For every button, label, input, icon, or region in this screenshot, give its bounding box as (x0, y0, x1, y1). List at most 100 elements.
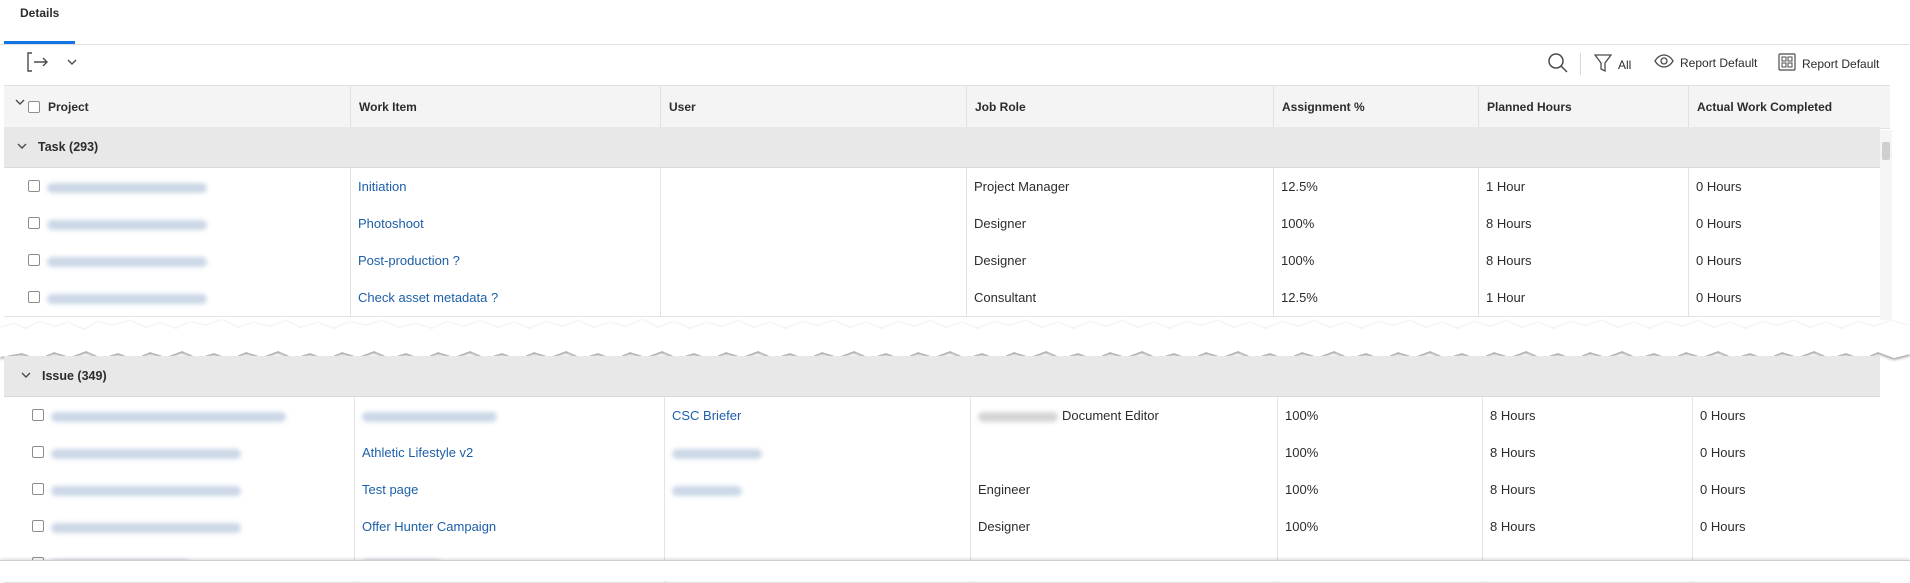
table-row[interactable]: CSC Briefer Document Editor 100% 8 Hours… (4, 397, 1880, 435)
work-item-link[interactable]: Initiation (358, 179, 406, 194)
redacted-project (47, 182, 207, 193)
redacted-project (51, 485, 241, 496)
actual-work-value: 0 Hours (1700, 519, 1746, 534)
work-item-link[interactable]: Check asset metadata ? (358, 290, 498, 305)
project-cell[interactable] (44, 471, 354, 508)
actual-work-value: 0 Hours (1696, 290, 1742, 305)
column-header-planned-hours-label: Planned Hours (1487, 100, 1572, 114)
work-item-cell[interactable]: Athletic Lifestyle v2 (354, 434, 664, 471)
work-item-cell[interactable]: Initiation (350, 168, 660, 205)
actual-work-cell: 0 Hours (1692, 508, 1880, 545)
work-item-cell[interactable]: Post-production ? (350, 242, 660, 279)
job-role-value: Designer (978, 519, 1031, 534)
work-item-cell[interactable]: Test page (354, 471, 664, 508)
column-header-job-role[interactable]: Job Role (966, 86, 1273, 128)
group-row-issue[interactable]: Issue (349) (4, 356, 1880, 397)
work-item-link[interactable]: Post-production ? (358, 253, 460, 268)
chevron-down-icon (66, 56, 78, 70)
job-role-cell: Project Manager (966, 168, 1273, 205)
filter-label: All (1618, 57, 1632, 72)
assignment-value: 100% (1281, 216, 1315, 231)
user-cell[interactable]: CSC Briefer (664, 397, 970, 434)
assignment-cell: 100% (1273, 205, 1478, 242)
table-row[interactable]: Initiation Project Manager 12.5% 1 Hour … (4, 168, 1880, 206)
column-header-actual-work[interactable]: Actual Work Completed (1688, 86, 1890, 128)
row-checkbox[interactable] (28, 180, 40, 192)
row-checkbox[interactable] (32, 409, 44, 421)
work-item-link[interactable]: Test page (362, 482, 418, 497)
filter-button[interactable]: All (1593, 53, 1632, 76)
assignment-value: 100% (1285, 519, 1319, 534)
job-role-value: Designer (974, 216, 1027, 231)
project-cell[interactable] (44, 508, 354, 545)
work-item-cell[interactable]: Offer Hunter Campaign (354, 508, 664, 545)
search-icon (1547, 52, 1569, 77)
row-checkbox[interactable] (28, 217, 40, 229)
assignment-cell: 100% (1277, 471, 1482, 508)
scrollbar-thumb[interactable] (1882, 142, 1890, 160)
column-header-work-item[interactable]: Work Item (350, 86, 660, 128)
table-row[interactable]: Post-production ? Designer 100% 8 Hours … (4, 242, 1880, 280)
project-cell[interactable] (40, 242, 350, 279)
table-row[interactable]: Offer Hunter Campaign Designer 100% 8 Ho… (4, 508, 1880, 546)
row-checkbox[interactable] (32, 446, 44, 458)
project-cell[interactable] (44, 397, 354, 434)
export-button[interactable] (26, 51, 50, 76)
user-cell[interactable] (664, 508, 970, 545)
collapse-all-icon[interactable] (14, 96, 26, 111)
work-item-cell[interactable]: Photoshoot (350, 205, 660, 242)
search-button[interactable] (1547, 52, 1569, 77)
actual-work-value: 0 Hours (1700, 482, 1746, 497)
column-header-user-label: User (669, 100, 696, 114)
assignment-value: 100% (1285, 445, 1319, 460)
group-label: Issue (349) (42, 369, 107, 383)
redacted-project (51, 411, 286, 422)
column-header-user[interactable]: User (660, 86, 966, 128)
work-item-link[interactable]: Offer Hunter Campaign (362, 519, 496, 534)
column-header-project[interactable]: Project (40, 86, 350, 128)
user-cell[interactable] (664, 471, 970, 508)
group-label: Task (293) (38, 140, 99, 154)
table-row[interactable]: Test page Engineer 100% 8 Hours 0 Hours (4, 471, 1880, 509)
work-item-link[interactable]: Athletic Lifestyle v2 (362, 445, 473, 460)
redacted-user (978, 411, 1058, 422)
table-row[interactable]: Athletic Lifestyle v2 100% 8 Hours 0 Hou… (4, 434, 1880, 472)
tab-details[interactable]: Details (4, 0, 76, 44)
user-cell[interactable] (660, 205, 966, 242)
view-button[interactable]: Report Default (1654, 54, 1757, 71)
tab-bar: Details (0, 0, 1910, 45)
job-role-cell: Designer (966, 242, 1273, 279)
column-header-planned-hours[interactable]: Planned Hours (1478, 86, 1688, 128)
export-menu-button[interactable] (66, 56, 78, 70)
work-item-link[interactable]: Photoshoot (358, 216, 424, 231)
table-row[interactable]: Photoshoot Designer 100% 8 Hours 0 Hours (4, 205, 1880, 243)
row-checkbox[interactable] (28, 291, 40, 303)
actual-work-value: 0 Hours (1700, 445, 1746, 460)
row-checkbox[interactable] (32, 520, 44, 532)
actual-work-value: 0 Hours (1696, 179, 1742, 194)
assignment-value: 12.5% (1281, 179, 1318, 194)
project-cell[interactable] (40, 205, 350, 242)
job-role-value: Engineer (978, 482, 1031, 497)
planned-hours-cell: 8 Hours (1478, 205, 1688, 242)
planned-hours-cell: 8 Hours (1482, 471, 1692, 508)
project-cell[interactable] (40, 168, 350, 205)
planned-hours-cell: 8 Hours (1482, 434, 1692, 471)
row-checkbox[interactable] (28, 254, 40, 266)
user-cell[interactable] (660, 242, 966, 279)
work-item-cell[interactable] (354, 397, 664, 434)
project-cell[interactable] (44, 434, 354, 471)
select-all-checkbox[interactable] (28, 101, 40, 113)
row-checkbox[interactable] (32, 483, 44, 495)
planned-hours-value: 8 Hours (1486, 253, 1532, 268)
bottom-torn-edge (0, 560, 1910, 581)
actual-work-value: 0 Hours (1696, 216, 1742, 231)
column-header-assignment[interactable]: Assignment % (1273, 86, 1478, 128)
grouping-button[interactable]: Report Default (1778, 53, 1879, 74)
job-role-cell: Engineer (970, 471, 1277, 508)
user-link[interactable]: CSC Briefer (672, 408, 741, 423)
group-row-task[interactable]: Task (293) (4, 127, 1880, 168)
user-cell[interactable] (660, 168, 966, 205)
user-cell[interactable] (664, 434, 970, 471)
assignment-value: 100% (1281, 253, 1315, 268)
